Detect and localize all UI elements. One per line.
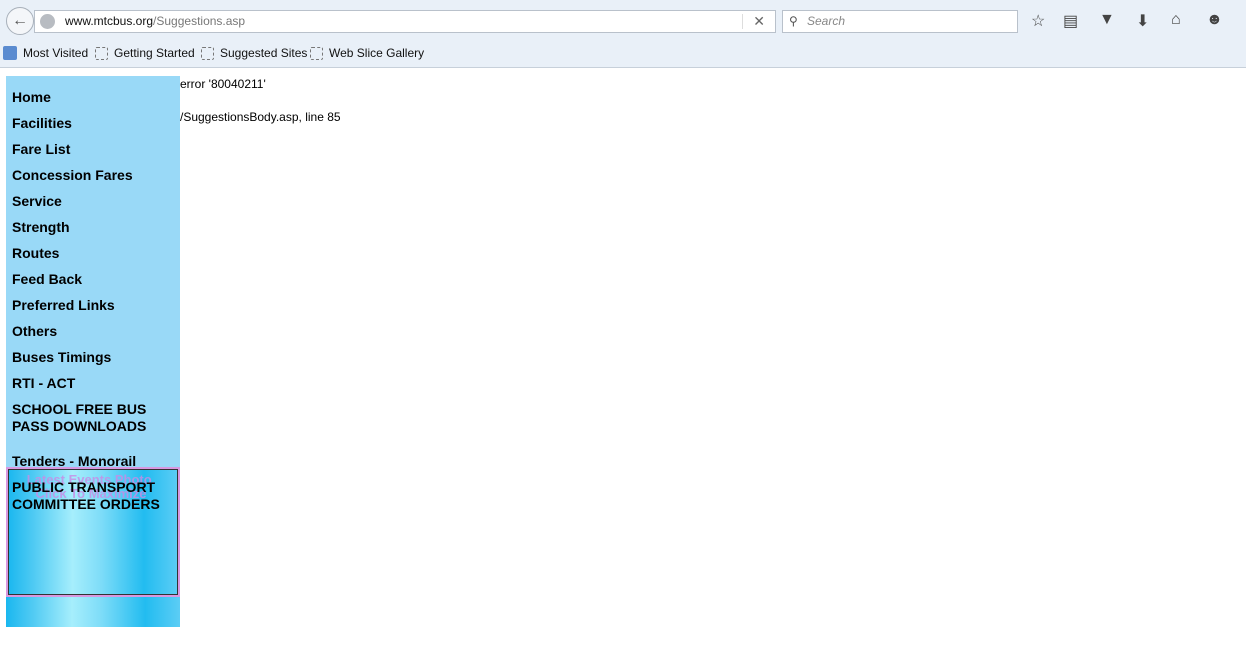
url-bar[interactable]: www.mtcbus.org/Suggestions.asp ✕	[34, 10, 776, 33]
nav-school-free-bus-pass[interactable]: SCHOOL FREE BUS PASS DOWNLOADS	[12, 401, 162, 435]
browser-toolbar: ← www.mtcbus.org/Suggestions.asp ✕ ⚲ Sear…	[0, 0, 1246, 68]
bookmark-web-slice-gallery[interactable]: Web Slice Gallery	[310, 46, 424, 60]
download-icon[interactable]: ⬇	[1136, 11, 1149, 31]
globe-icon	[40, 14, 55, 29]
nav-concession-fares[interactable]: Concession Fares	[12, 167, 133, 184]
bookmark-suggested-sites[interactable]: Suggested Sites	[201, 46, 307, 60]
nav-buses-timings[interactable]: Buses Timings	[12, 349, 111, 366]
divider	[742, 14, 743, 29]
bookmark-getting-started[interactable]: Getting Started	[95, 46, 195, 60]
star-icon[interactable]: ☆	[1031, 11, 1045, 31]
error-message: error '80040211'	[180, 77, 266, 91]
nav-rti-act[interactable]: RTI - ACT	[12, 375, 75, 392]
search-input[interactable]: ⚲ Search	[782, 10, 1018, 33]
bookmark-icon	[3, 46, 17, 60]
bookmark-icon	[95, 46, 108, 60]
nav-service[interactable]: Service	[12, 193, 62, 210]
sidebar-footer	[6, 597, 180, 627]
clear-icon[interactable]: ✕	[753, 11, 765, 32]
nav-routes[interactable]: Routes	[12, 245, 59, 262]
error-location: /SuggestionsBody.asp, line 85	[180, 110, 341, 124]
chat-icon[interactable]: ☻	[1206, 11, 1223, 29]
nav-preferred-links[interactable]: Preferred Links	[12, 297, 115, 314]
nav-feed-back[interactable]: Feed Back	[12, 271, 82, 288]
nav-others[interactable]: Others	[12, 323, 57, 340]
nav-public-transport-committee-orders[interactable]: PUBLIC TRANSPORT COMMITTEE ORDERS	[12, 479, 172, 513]
sidebar: Home Facilities Fare List Concession Far…	[6, 76, 180, 627]
nav-fare-list[interactable]: Fare List	[12, 141, 70, 158]
back-button[interactable]: ←	[6, 7, 34, 35]
bookmark-icon	[201, 46, 214, 60]
bookmark-icon	[310, 46, 323, 60]
url-text: www.mtcbus.org/Suggestions.asp	[65, 14, 246, 28]
bookmark-most-visited[interactable]: Most Visited	[3, 46, 88, 60]
home-icon[interactable]: ⌂	[1171, 11, 1181, 29]
pocket-icon[interactable]: ▼	[1099, 11, 1115, 29]
search-icon: ⚲	[789, 14, 798, 28]
reading-list-icon[interactable]: ▤	[1063, 11, 1078, 31]
nav-home[interactable]: Home	[12, 89, 51, 106]
nav-facilities[interactable]: Facilities	[12, 115, 72, 132]
nav-strength[interactable]: Strength	[12, 219, 70, 236]
